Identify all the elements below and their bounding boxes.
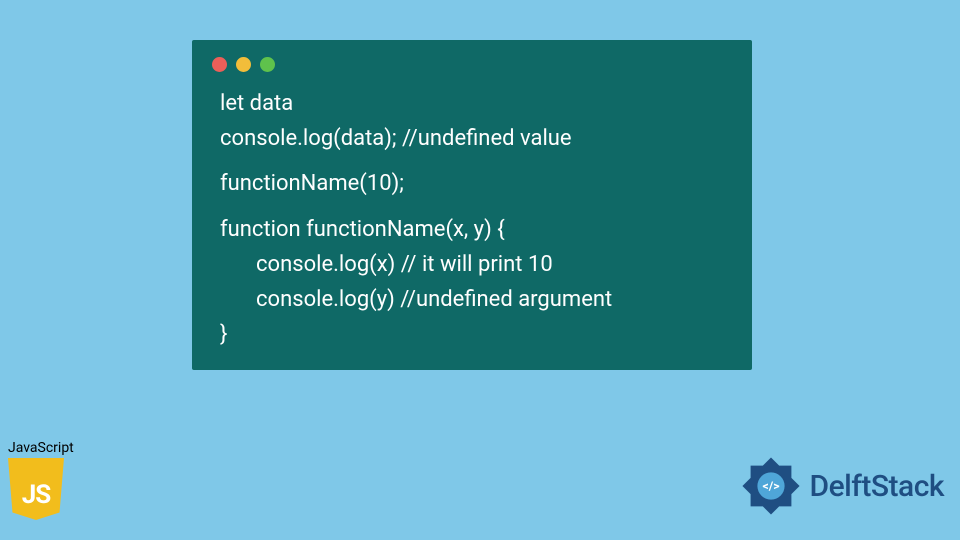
code-block: let data console.log(data); //undefined …	[192, 80, 752, 352]
window-controls	[192, 40, 752, 80]
code-line: function functionName(x, y) {	[220, 212, 724, 247]
javascript-badge: JavaScript JS	[8, 440, 82, 520]
code-line: }	[220, 317, 724, 352]
code-window: let data console.log(data); //undefined …	[192, 40, 752, 370]
brand-logo: </> DelftStack	[737, 452, 944, 520]
code-line: console.log(x) // it will print 10	[220, 247, 724, 282]
code-line: let data	[220, 86, 724, 121]
javascript-logo-icon: JS	[8, 458, 64, 520]
brand-name: DelftStack	[809, 469, 944, 504]
maximize-icon	[260, 57, 275, 72]
minimize-icon	[236, 57, 251, 72]
svg-text:</>: </>	[763, 479, 780, 493]
code-line: console.log(y) //undefined argument	[220, 282, 724, 317]
javascript-label: JavaScript	[8, 440, 82, 456]
close-icon	[212, 57, 227, 72]
delftstack-icon: </>	[737, 452, 805, 520]
javascript-logo-text: JS	[22, 480, 51, 510]
code-line: functionName(10);	[220, 166, 724, 201]
code-line: console.log(data); //undefined value	[220, 121, 724, 156]
